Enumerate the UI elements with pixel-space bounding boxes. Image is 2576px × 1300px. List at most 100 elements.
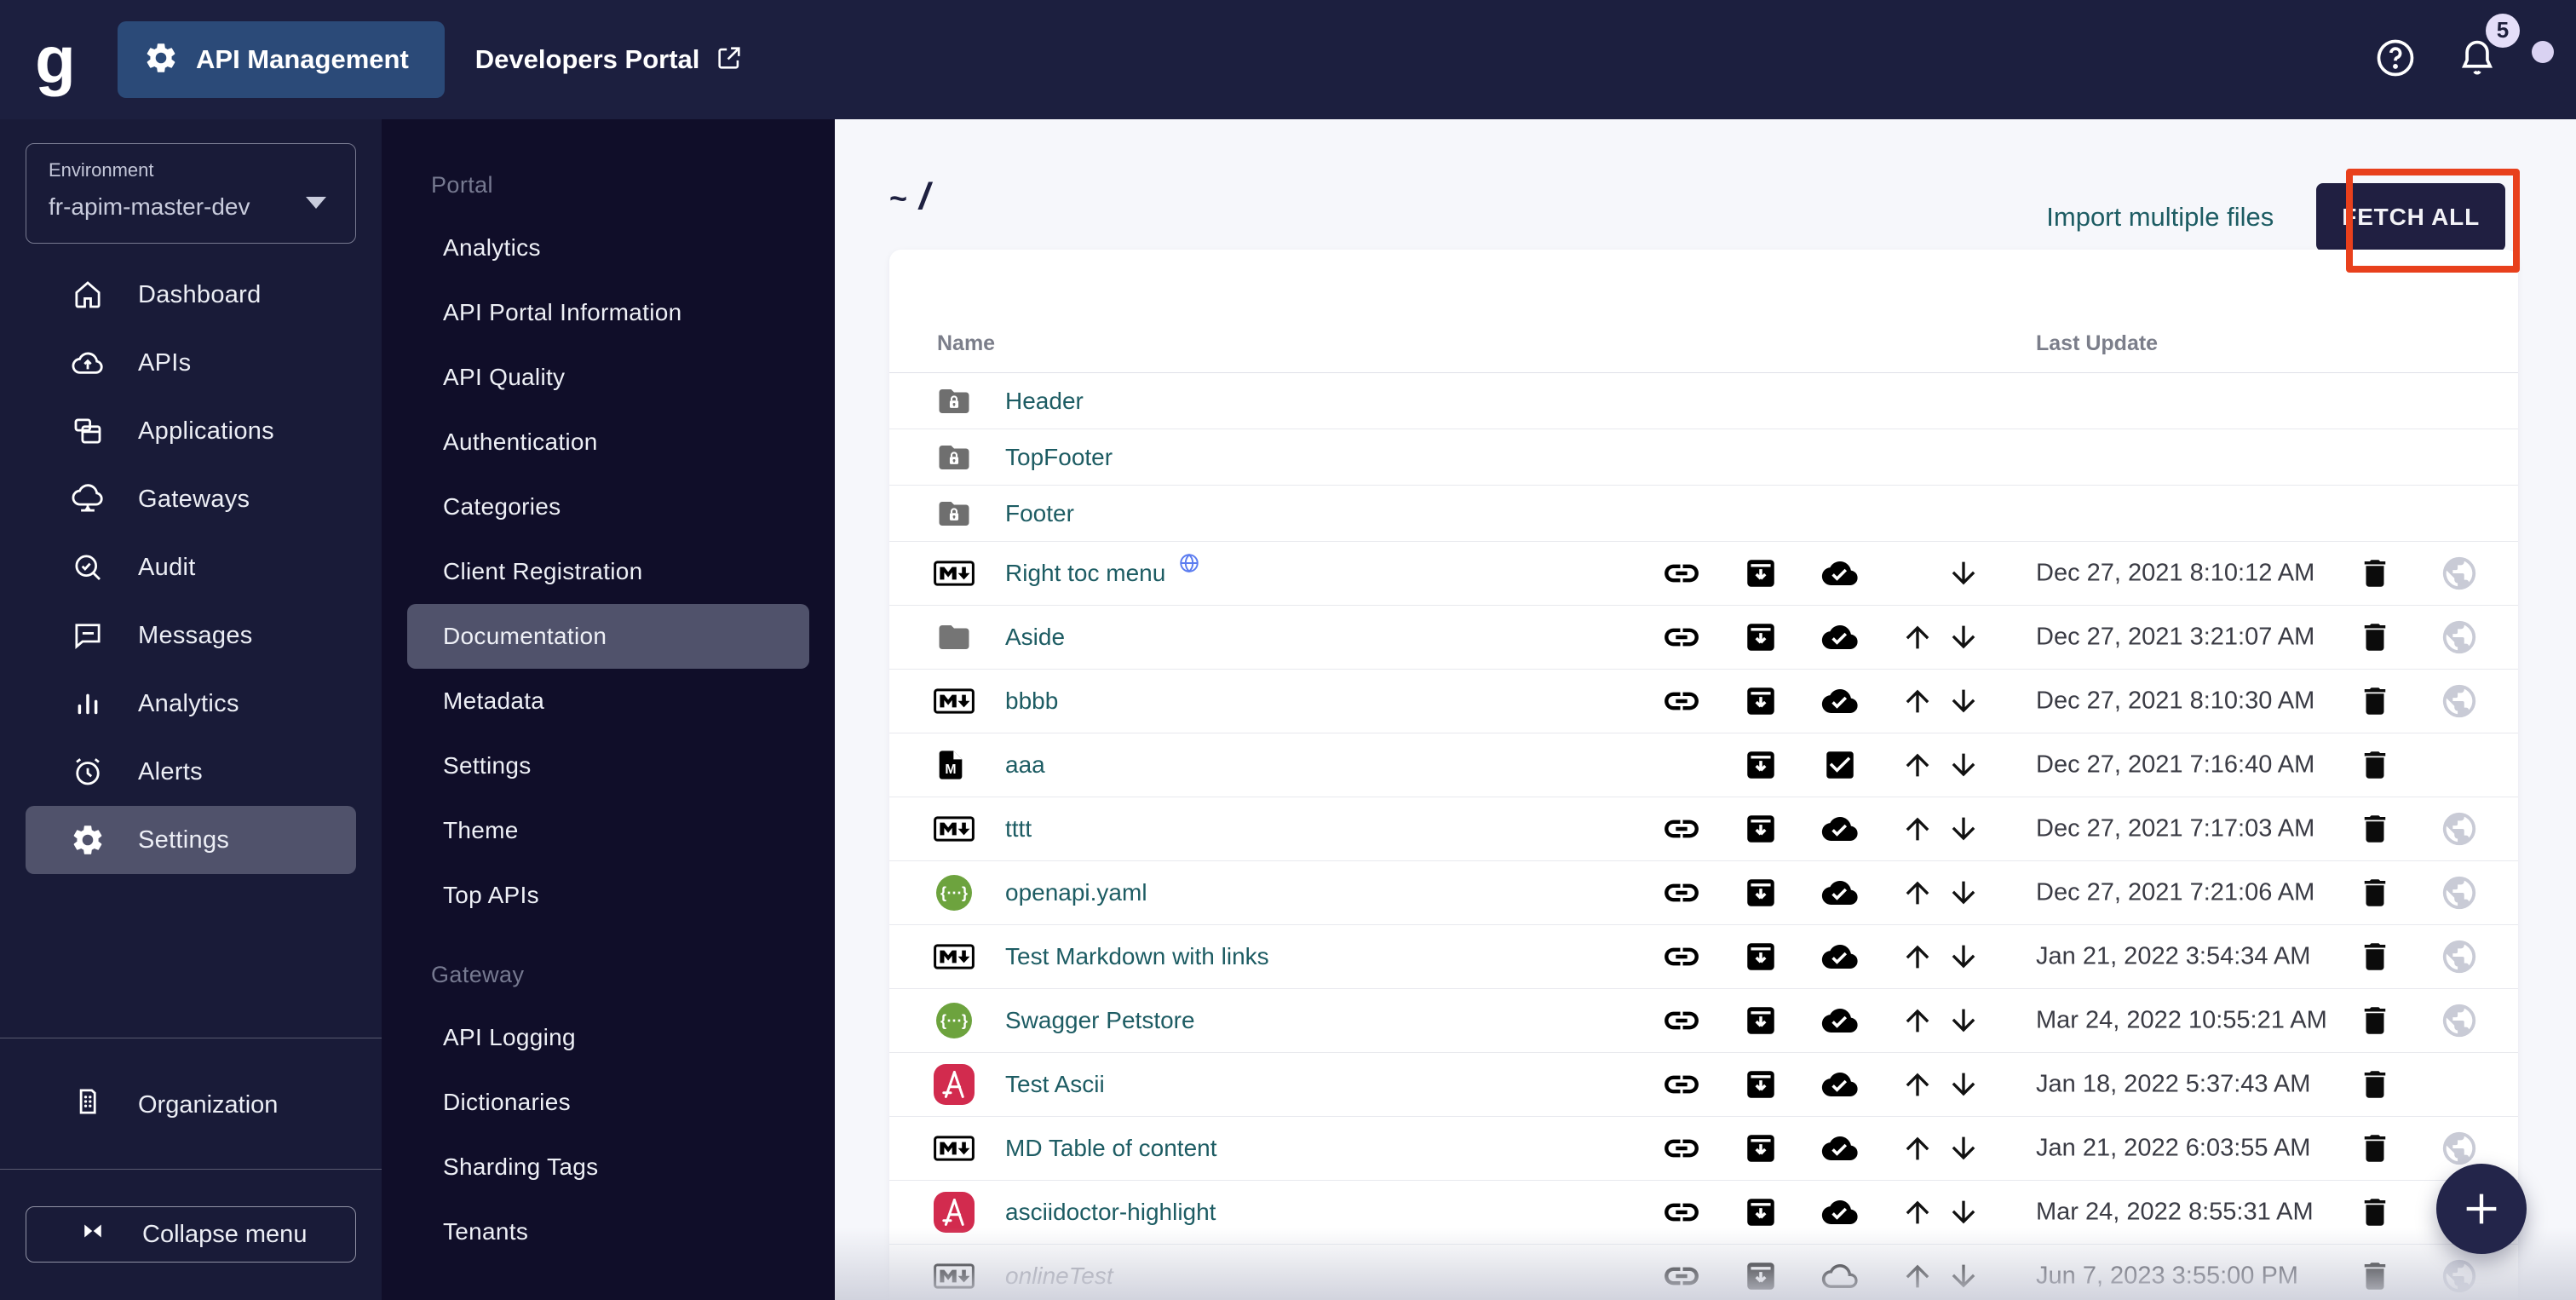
move-down-icon[interactable] — [1946, 1004, 1981, 1038]
move-up-icon[interactable] — [1900, 876, 1935, 910]
developers-portal-link[interactable]: Developers Portal — [475, 43, 745, 77]
sidebar-item-organization[interactable]: Organization — [26, 1072, 356, 1138]
portal-item-top-apis[interactable]: Top APIs — [407, 863, 809, 928]
move-down-icon[interactable] — [1946, 1195, 1981, 1229]
sidebar-item-applications[interactable]: Applications — [26, 397, 356, 465]
delete-trash-icon[interactable] — [2357, 811, 2393, 847]
api-management-switcher[interactable]: API Management — [118, 21, 445, 98]
delete-trash-icon[interactable] — [2357, 683, 2393, 719]
save-icon[interactable] — [1743, 619, 1779, 655]
delete-trash-icon[interactable] — [2357, 939, 2393, 975]
move-up-icon[interactable] — [1900, 812, 1935, 846]
delete-trash-icon[interactable] — [2357, 1130, 2393, 1166]
sidebar-item-dashboard[interactable]: Dashboard — [26, 261, 356, 329]
publish-globe-icon[interactable] — [2440, 554, 2479, 593]
move-up-icon[interactable] — [1900, 1004, 1935, 1038]
delete-trash-icon[interactable] — [2357, 875, 2393, 911]
move-up-icon[interactable] — [1900, 1067, 1935, 1102]
publish-globe-icon[interactable] — [2440, 937, 2479, 976]
doc-name-link[interactable]: Test Ascii — [1005, 1071, 1105, 1098]
doc-name-link[interactable]: tttt — [1005, 815, 1032, 843]
publish-globe-icon[interactable] — [2440, 682, 2479, 721]
relative-links-icon[interactable] — [1662, 1257, 1701, 1296]
delete-trash-icon[interactable] — [2357, 619, 2393, 655]
save-icon[interactable] — [1743, 939, 1779, 975]
sidebar-item-apis[interactable]: APIs — [26, 329, 356, 397]
published-cloud-check-icon[interactable] — [1819, 939, 1861, 975]
doc-name-link[interactable]: onlineTest — [1005, 1263, 1113, 1290]
move-up-icon[interactable] — [1900, 684, 1935, 718]
published-cloud-check-icon[interactable] — [1819, 811, 1861, 847]
move-down-icon[interactable] — [1946, 1259, 1981, 1293]
checked-checkbox-icon[interactable] — [1822, 747, 1858, 783]
published-cloud-check-icon[interactable] — [1819, 683, 1861, 719]
move-down-icon[interactable] — [1946, 812, 1981, 846]
publish-globe-icon[interactable] — [2440, 1001, 2479, 1040]
help-icon[interactable] — [2373, 36, 2418, 84]
delete-trash-icon[interactable] — [2357, 1067, 2393, 1102]
move-down-icon[interactable] — [1946, 620, 1981, 654]
gateway-item-tenants[interactable]: Tenants — [407, 1199, 809, 1264]
collapse-menu-button[interactable]: Collapse menu — [26, 1206, 356, 1263]
move-down-icon[interactable] — [1946, 748, 1981, 782]
delete-trash-icon[interactable] — [2357, 1003, 2393, 1038]
portal-item-client-registration[interactable]: Client Registration — [407, 539, 809, 604]
published-cloud-check-icon[interactable] — [1819, 1067, 1861, 1102]
fetch-all-button[interactable]: FETCH ALL — [2316, 183, 2505, 251]
relative-links-icon[interactable] — [1662, 618, 1701, 657]
portal-item-theme[interactable]: Theme — [407, 798, 809, 863]
relative-links-icon[interactable] — [1662, 809, 1701, 848]
published-cloud-check-icon[interactable] — [1819, 1130, 1861, 1166]
move-up-icon[interactable] — [1900, 620, 1935, 654]
relative-links-icon[interactable] — [1662, 1129, 1701, 1168]
published-cloud-check-icon[interactable] — [1819, 1003, 1861, 1038]
move-down-icon[interactable] — [1946, 1131, 1981, 1165]
published-cloud-check-icon[interactable] — [1819, 555, 1861, 591]
doc-name-link[interactable]: MD Table of content — [1005, 1135, 1217, 1162]
sidebar-item-gateways[interactable]: Gateways — [26, 465, 356, 533]
publish-globe-icon[interactable] — [2440, 1257, 2479, 1296]
save-icon[interactable] — [1743, 1067, 1779, 1102]
sidebar-item-messages[interactable]: Messages — [26, 601, 356, 670]
relative-links-icon[interactable] — [1662, 554, 1701, 593]
save-icon[interactable] — [1743, 1130, 1779, 1166]
move-down-icon[interactable] — [1946, 876, 1981, 910]
add-page-fab[interactable] — [2436, 1164, 2527, 1254]
move-up-icon[interactable] — [1900, 1259, 1935, 1293]
publish-globe-icon[interactable] — [2440, 873, 2479, 912]
relative-links-icon[interactable] — [1662, 937, 1701, 976]
published-cloud-check-icon[interactable] — [1819, 1194, 1861, 1230]
doc-name-link[interactable]: aaa — [1005, 751, 1045, 779]
relative-links-icon[interactable] — [1662, 682, 1701, 721]
published-cloud-check-icon[interactable] — [1819, 875, 1861, 911]
move-up-icon[interactable] — [1900, 1195, 1935, 1229]
sidebar-item-analytics[interactable]: Analytics — [26, 670, 356, 738]
doc-name-link[interactable]: Right toc menu — [1005, 560, 1165, 587]
save-icon[interactable] — [1743, 1258, 1779, 1294]
save-icon[interactable] — [1743, 747, 1779, 783]
portal-item-authentication[interactable]: Authentication — [407, 410, 809, 475]
doc-name-link[interactable]: Aside — [1005, 624, 1065, 651]
move-up-icon[interactable] — [1900, 1131, 1935, 1165]
breadcrumb[interactable]: ~/ — [889, 175, 929, 218]
delete-trash-icon[interactable] — [2357, 747, 2393, 783]
move-down-icon[interactable] — [1946, 556, 1981, 590]
publish-globe-icon[interactable] — [2440, 809, 2479, 848]
doc-name-link[interactable]: openapi.yaml — [1005, 879, 1147, 906]
gravitee-logo[interactable]: g — [9, 0, 102, 119]
move-down-icon[interactable] — [1946, 684, 1981, 718]
doc-name-link[interactable]: Test Markdown with links — [1005, 943, 1269, 970]
environment-selector[interactable]: Environment fr-apim-master-dev — [26, 143, 356, 244]
publish-globe-icon[interactable] — [2440, 618, 2479, 657]
doc-name-link[interactable]: TopFooter — [1005, 444, 1113, 471]
save-icon[interactable] — [1743, 1194, 1779, 1230]
portal-item-api-portal-information[interactable]: API Portal Information — [407, 280, 809, 345]
move-up-icon[interactable] — [1900, 940, 1935, 974]
sidebar-item-audit[interactable]: Audit — [26, 533, 356, 601]
relative-links-icon[interactable] — [1662, 1001, 1701, 1040]
save-icon[interactable] — [1743, 811, 1779, 847]
delete-trash-icon[interactable] — [2357, 1194, 2393, 1230]
sidebar-item-settings[interactable]: Settings — [26, 806, 356, 874]
unpublished-cloud-icon[interactable] — [1819, 1258, 1861, 1294]
doc-name-link[interactable]: Footer — [1005, 500, 1074, 527]
